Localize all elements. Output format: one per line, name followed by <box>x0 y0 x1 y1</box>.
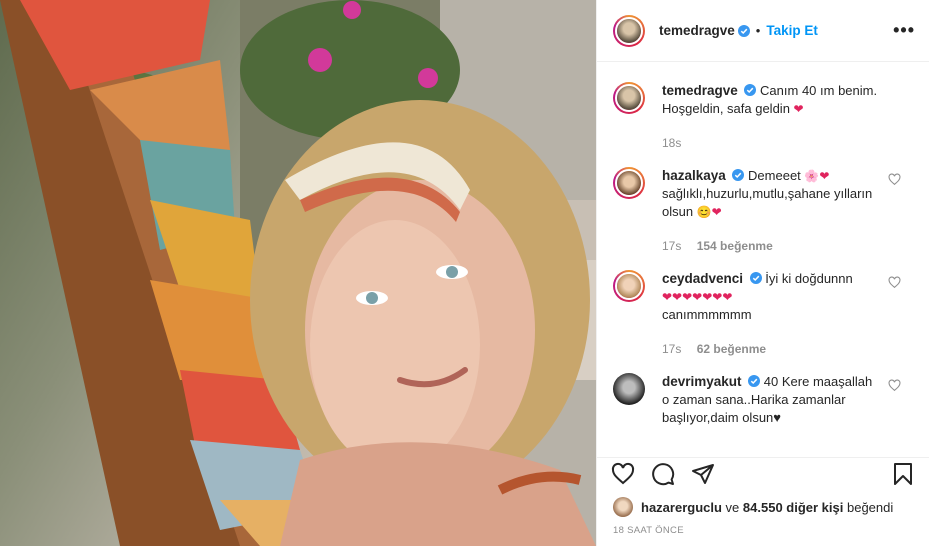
caption-emoji: ❤ <box>793 102 804 116</box>
comment-text-continued: sağlıklı,huzurlu,mutlu,şahane yılların o… <box>662 186 873 219</box>
comment-item: hazalkaya Demeeet 🌸❤ sağlıklı,huzurlu,mu… <box>613 167 913 255</box>
comment-text: İyi ki doğdunnn <box>765 271 853 286</box>
comment-likes[interactable]: 62 beğenme <box>697 342 766 356</box>
likes-connector: ve <box>725 499 740 515</box>
liker-username[interactable]: hazarerguclu <box>641 500 722 515</box>
more-options-icon[interactable]: ••• <box>893 20 915 41</box>
liker-avatar[interactable] <box>613 497 633 517</box>
comment-avatar[interactable] <box>613 270 645 302</box>
post-actions <box>597 457 929 489</box>
save-bookmark-icon[interactable] <box>891 462 915 486</box>
caption-time[interactable]: 18s <box>662 136 681 150</box>
verified-badge-icon <box>732 169 745 181</box>
verified-badge-icon <box>748 375 761 387</box>
comment-item: ceydadvenci İyi ki doğdunnn ❤❤❤❤❤❤❤ canı… <box>613 270 913 358</box>
comment-item: devrimyakut 40 Kere maaşallah o zaman sa… <box>613 373 913 427</box>
comments-list: temedragve Canım 40 ım benim. Hoşgeldin,… <box>597 62 929 455</box>
verified-badge-icon <box>749 272 762 284</box>
comment-time[interactable]: 17s <box>662 239 681 253</box>
comment-username[interactable]: hazalkaya <box>662 168 726 183</box>
like-comment-heart-icon[interactable] <box>888 276 901 289</box>
author-username[interactable]: temedragve <box>659 23 735 38</box>
caption-avatar[interactable] <box>613 82 645 114</box>
like-heart-icon[interactable] <box>611 462 635 486</box>
likes-summary: hazarerguclu ve 84.550 diğer kişi beğend… <box>597 489 929 517</box>
comment-emoji-2: 😊❤ <box>696 205 722 219</box>
comment-username[interactable]: devrimyakut <box>662 374 742 389</box>
share-send-icon[interactable] <box>691 462 715 486</box>
post-photo[interactable] <box>0 0 596 546</box>
comment-emoji: ❤❤❤❤❤❤❤ <box>662 290 733 304</box>
comment-bubble-icon[interactable] <box>651 462 675 486</box>
comment-likes[interactable]: 154 beğenme <box>697 239 773 253</box>
comment-emoji: 🌸❤ <box>804 169 830 183</box>
comment-avatar[interactable] <box>613 373 645 405</box>
like-comment-heart-icon[interactable] <box>888 379 901 392</box>
like-comment-heart-icon[interactable] <box>888 173 901 186</box>
verified-badge-icon <box>737 24 750 37</box>
author-avatar[interactable] <box>613 14 645 47</box>
comment-time[interactable]: 17s <box>662 342 681 356</box>
comment-avatar[interactable] <box>613 167 645 199</box>
caption: temedragve Canım 40 ım benim. Hoşgeldin,… <box>613 82 913 152</box>
post-timestamp[interactable]: 18 SAAT ÖNCE <box>597 517 929 546</box>
separator-dot: • <box>755 23 761 38</box>
comment-username[interactable]: ceydadvenci <box>662 271 743 286</box>
comment-text-continued: canımmmmmm <box>662 307 752 322</box>
likes-others-count[interactable]: 84.550 diğer kişi <box>743 500 843 515</box>
comment-text: Demeeet <box>748 168 801 183</box>
verified-badge-icon <box>744 84 757 96</box>
post-side-panel: temedragve • Takip Et ••• temedragve Can… <box>596 0 929 546</box>
caption-username[interactable]: temedragve <box>662 83 738 98</box>
post-header: temedragve • Takip Et ••• <box>597 0 929 62</box>
follow-button[interactable]: Takip Et <box>766 23 818 38</box>
likes-suffix: beğendi <box>846 499 894 515</box>
photo-illustration <box>0 0 596 546</box>
